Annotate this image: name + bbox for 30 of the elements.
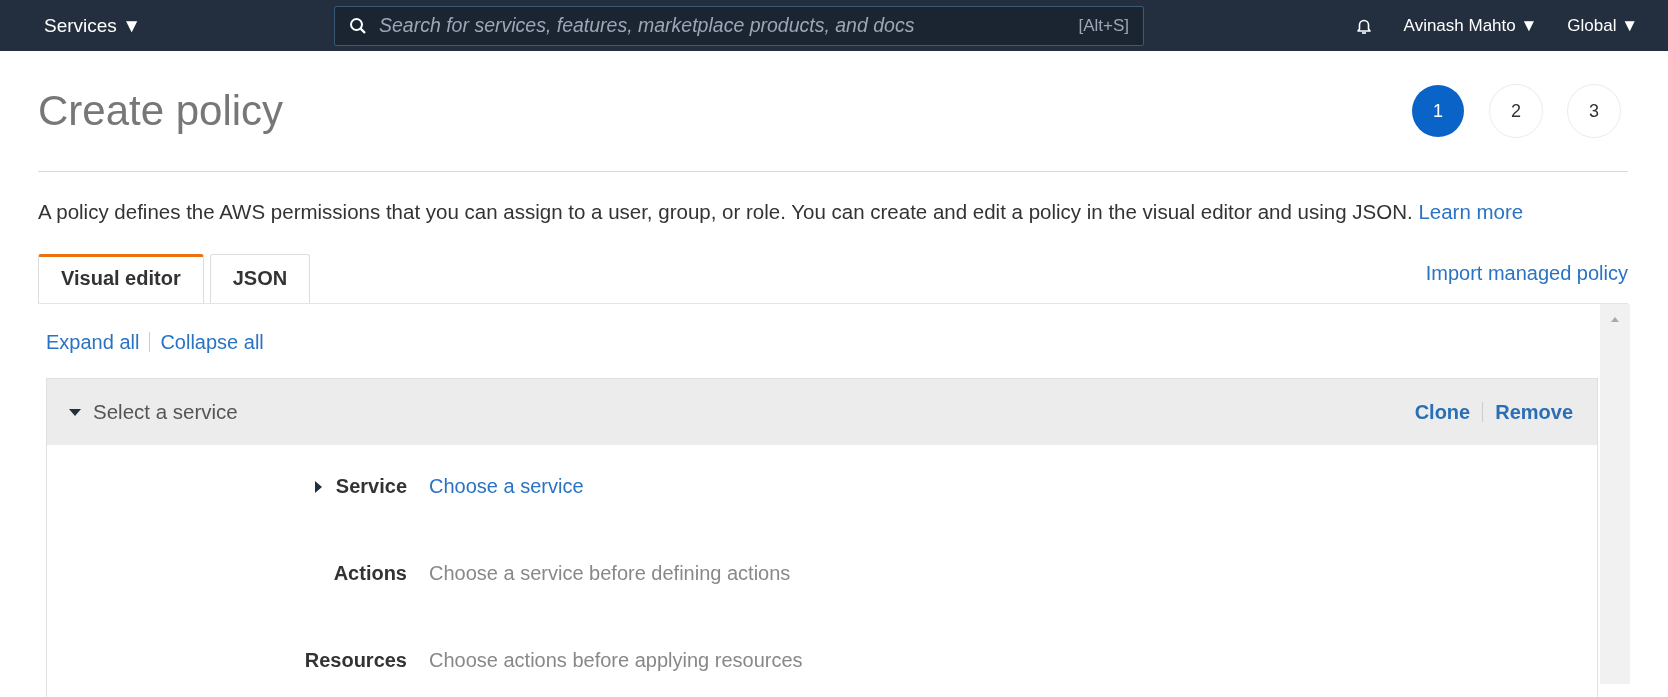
import-managed-policy-link[interactable]: Import managed policy [1425, 262, 1628, 285]
step-indicator: 2 [1490, 85, 1542, 137]
page-title: Create policy [38, 87, 284, 135]
tab[interactable]: Visual editor [38, 254, 204, 303]
field-label: Service [335, 475, 407, 498]
hint-text: Choose actions before applying resources [429, 649, 804, 672]
toggle-link[interactable]: Collapse all [160, 330, 264, 354]
field-label: Resources [304, 649, 407, 672]
action-link[interactable]: Clone [1414, 400, 1471, 424]
services-menu[interactable]: Services ▼ [44, 14, 334, 37]
learn-more-link[interactable]: Learn more [1418, 200, 1524, 223]
search-field[interactable]: Search for services, features, marketplace products, and docs [377, 13, 1069, 38]
description-text: A policy defines the AWS permissions that you can assign to a user, group, or role. You can create and edit a policy in the visual editor and using JSON. Learn more [38, 200, 1525, 224]
caret-icon[interactable] [314, 480, 322, 493]
region-menu[interactable]: Global ▼ [1567, 15, 1638, 36]
action-link[interactable]: Remove [1495, 400, 1573, 424]
caret-icon[interactable] [69, 408, 81, 416]
scrollbar[interactable] [1600, 304, 1630, 684]
hint-text: Choose a service before defining actions [429, 562, 792, 585]
tab[interactable]: JSON [209, 254, 311, 303]
step-indicator: 1 [1412, 85, 1464, 137]
toggle-link[interactable]: Expand all [46, 330, 140, 354]
shortcut-hint: [Alt+S] [1078, 15, 1129, 36]
statement-title: Select a service [93, 400, 238, 424]
field-label: Actions [333, 562, 407, 585]
choose-service-link[interactable]: Choose a service [429, 475, 1597, 498]
user-menu[interactable]: Avinash Mahto ▼ [1403, 15, 1538, 36]
search-bar[interactable]: Search for services, features, marketplace products, and docs [Alt+S] [334, 5, 1144, 46]
search-icon [349, 16, 367, 35]
step-indicator: 3 [1568, 85, 1620, 137]
